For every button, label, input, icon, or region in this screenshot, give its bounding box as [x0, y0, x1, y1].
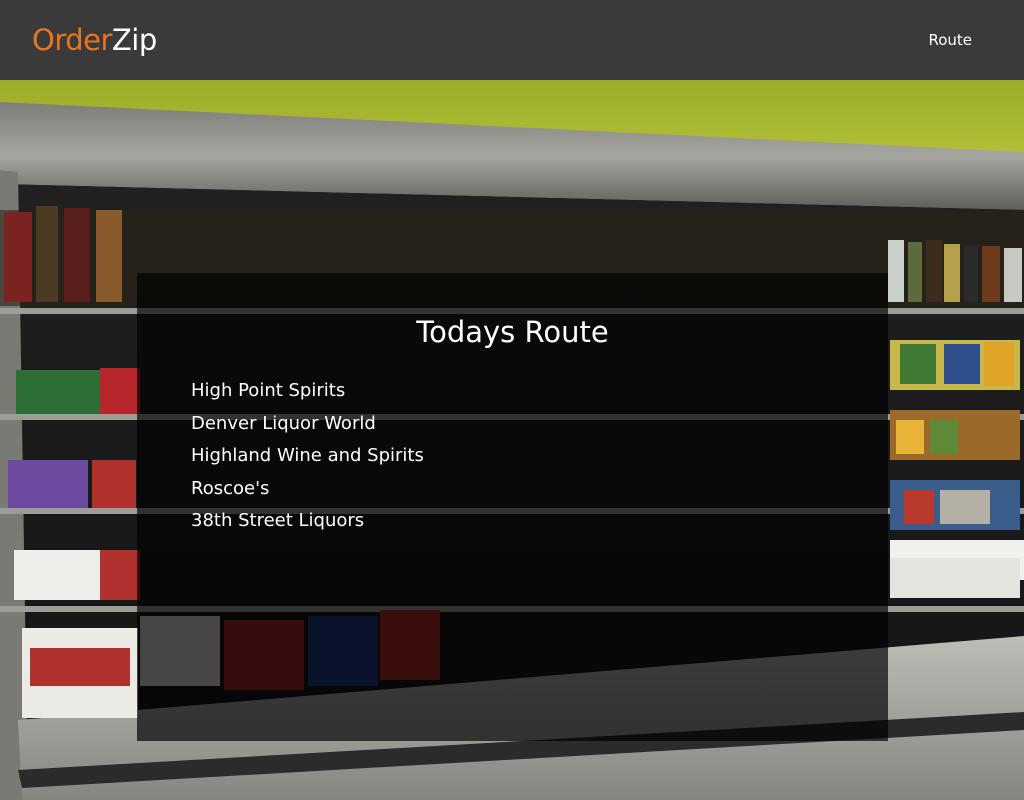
todays-route-panel: Todays Route High Point Spirits Denver L… — [137, 273, 888, 741]
brand-logo-zip: Zip — [111, 22, 157, 57]
nav-link-route[interactable]: Route — [928, 31, 972, 49]
route-stop-item: Highland Wine and Spirits — [191, 445, 424, 467]
brand-logo-order: Order — [32, 22, 112, 57]
route-stop-item: High Point Spirits — [191, 380, 346, 401]
route-stop-item: Roscoe's — [191, 477, 270, 499]
hero-background: Todays Route High Point Spirits Denver L… — [0, 80, 1024, 800]
route-stop-list: High Point Spirits Denver Liquor World H… — [191, 377, 424, 540]
route-title: Todays Route — [416, 315, 609, 349]
top-navbar: OrderZip Route — [0, 0, 1024, 80]
route-stop-item: Denver Liquor World — [191, 412, 376, 434]
route-stop-item: 38th Street Liquors — [191, 510, 365, 532]
brand-logo[interactable]: OrderZip — [32, 22, 157, 57]
